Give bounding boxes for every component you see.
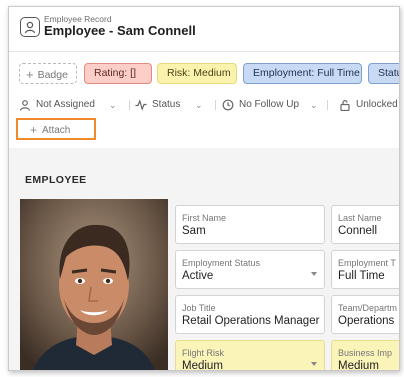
chevron-down-icon: ⌄ bbox=[195, 100, 203, 110]
record-content: EMPLOYEE First Name Sam Last Name Connel… bbox=[9, 148, 399, 371]
chevron-down-icon: ⌄ bbox=[310, 100, 318, 110]
clock-icon bbox=[222, 99, 234, 111]
employee-record-window: Employee Record Employee - Sam Connell +… bbox=[8, 6, 400, 371]
plus-icon: + bbox=[26, 67, 34, 82]
employment-status-select[interactable]: Employment Status Active bbox=[175, 250, 325, 289]
employment-badge[interactable]: Employment: Full Time bbox=[243, 63, 362, 84]
record-header: Employee Record Employee - Sam Connell bbox=[9, 7, 399, 51]
first-name-value: Sam bbox=[182, 225, 206, 237]
team-department-field[interactable]: Team/Departm Operations bbox=[331, 295, 399, 334]
chevron-down-icon: ⌄ bbox=[109, 100, 117, 110]
rating-badge[interactable]: Rating: [] bbox=[84, 63, 152, 84]
padlock-icon bbox=[340, 100, 350, 111]
employment-type-label: Employment T bbox=[338, 258, 396, 268]
status-dropdown[interactable]: Status ⌄ bbox=[135, 97, 215, 113]
person-card-icon bbox=[20, 17, 40, 37]
job-title-label: Job Title bbox=[182, 303, 216, 313]
last-name-field[interactable]: Last Name Connell bbox=[331, 205, 399, 244]
dropdown-caret-icon bbox=[311, 362, 317, 366]
job-title-field[interactable]: Job Title Retail Operations Manager bbox=[175, 295, 325, 334]
employment-type-value: Full Time bbox=[338, 270, 385, 282]
employment-type-select[interactable]: Employment T Full Time bbox=[331, 250, 399, 289]
lock-label: Unlocked bbox=[356, 99, 398, 110]
person-icon bbox=[19, 100, 31, 111]
risk-badge[interactable]: Risk: Medium bbox=[157, 63, 237, 84]
meta-separator bbox=[327, 100, 328, 110]
last-name-value: Connell bbox=[338, 225, 377, 237]
badge-row: + Badge Rating: [] Risk: Medium Employmen… bbox=[9, 60, 399, 86]
follow-up-label: No Follow Up bbox=[239, 99, 300, 110]
attach-button[interactable]: + Attach bbox=[16, 118, 96, 140]
business-impact-value: Medium bbox=[338, 360, 379, 371]
flight-risk-value: Medium bbox=[182, 360, 223, 371]
employment-status-label: Employment Status bbox=[182, 258, 261, 268]
follow-up-dropdown[interactable]: No Follow Up ⌄ bbox=[222, 97, 322, 113]
assignee-label: Not Assigned bbox=[36, 99, 95, 110]
activity-icon bbox=[135, 99, 147, 111]
team-department-value: Operations bbox=[338, 315, 395, 327]
attach-label: Attach bbox=[42, 125, 71, 136]
last-name-label: Last Name bbox=[338, 213, 382, 223]
assignee-dropdown[interactable]: Not Assigned ⌄ bbox=[19, 97, 129, 113]
flight-risk-label: Flight Risk bbox=[182, 348, 225, 358]
lock-toggle[interactable]: Unlocked bbox=[339, 97, 399, 113]
meta-separator bbox=[129, 100, 130, 110]
plus-icon: + bbox=[30, 123, 38, 137]
status-label: Status bbox=[152, 99, 181, 110]
business-impact-label: Business Imp bbox=[338, 348, 393, 358]
meta-separator bbox=[215, 100, 216, 110]
business-impact-select[interactable]: Business Imp Medium bbox=[331, 340, 399, 371]
section-title: EMPLOYEE bbox=[25, 174, 87, 186]
first-name-field[interactable]: First Name Sam bbox=[175, 205, 325, 244]
employee-photo bbox=[20, 199, 168, 370]
dropdown-caret-icon bbox=[311, 272, 317, 276]
first-name-label: First Name bbox=[182, 213, 227, 223]
header-divider bbox=[9, 51, 399, 52]
add-badge-button[interactable]: + Badge bbox=[19, 63, 77, 84]
team-department-label: Team/Departm bbox=[338, 303, 398, 313]
page-title: Employee - Sam Connell bbox=[44, 23, 196, 38]
job-title-value: Retail Operations Manager bbox=[182, 315, 320, 327]
employment-status-value: Active bbox=[182, 270, 214, 282]
add-badge-label: Badge bbox=[37, 69, 68, 81]
flight-risk-select[interactable]: Flight Risk Medium bbox=[175, 340, 325, 371]
meta-toolbar: Not Assigned ⌄ Status ⌄ No Follow Up ⌄ U… bbox=[9, 95, 399, 115]
status-badge[interactable]: Status bbox=[368, 63, 399, 84]
